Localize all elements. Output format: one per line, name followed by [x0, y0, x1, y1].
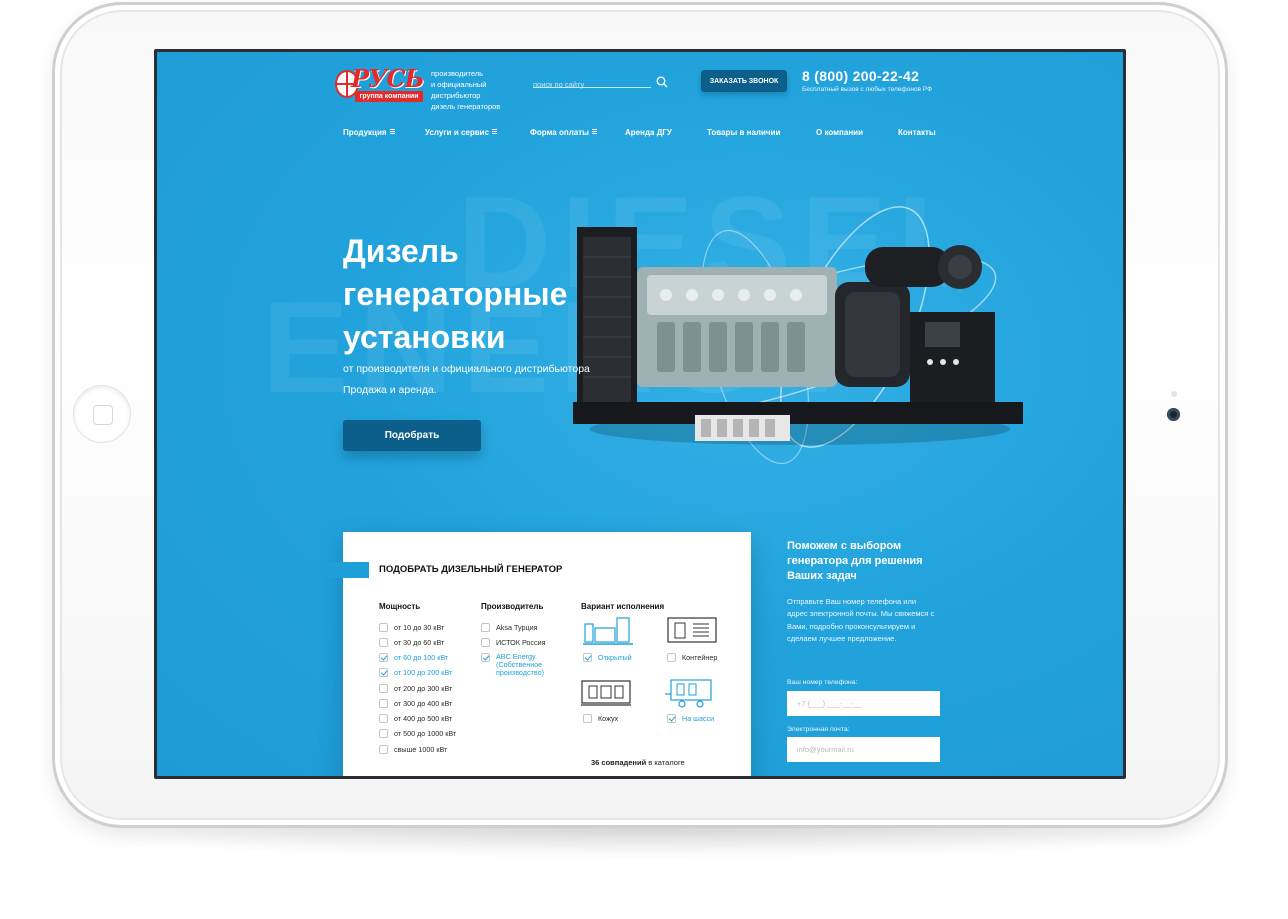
nav-label: Продукция [343, 128, 387, 137]
matches-suffix: в каталоге [648, 758, 685, 767]
casing-icon[interactable] [581, 678, 631, 708]
option-label: Aksa Турция [496, 623, 538, 632]
menu-icon [389, 129, 395, 134]
checkbox[interactable] [379, 714, 388, 723]
menu-icon [492, 129, 498, 134]
phone-number[interactable]: 8 (800) 200-22-42 [802, 68, 919, 84]
tagline-line: дизель генераторов [431, 102, 501, 111]
hero-title-line: установки [343, 319, 506, 355]
nav-item-services[interactable]: Услуги и сервис [425, 128, 498, 137]
nav-label: Контакты [898, 128, 936, 137]
hero-title: Дизель генераторные установки [343, 230, 633, 359]
checkbox[interactable] [379, 745, 388, 754]
website: РУСЬ группа компании производитель и офи… [157, 52, 1123, 776]
checkbox[interactable] [481, 623, 490, 632]
option-label: Контейнер [682, 653, 718, 662]
nav-item-products[interactable]: Продукция [343, 128, 395, 137]
phone-field-label: Ваш номер телефона: [787, 679, 858, 686]
checkbox[interactable] [379, 684, 388, 693]
hero-subtitle: от производителя и официального дистрибь… [343, 363, 590, 375]
trailer-icon[interactable] [665, 678, 715, 708]
front-camera [1167, 408, 1180, 421]
option-label: ИСТОК Россия [496, 638, 546, 647]
option-label: от 10 до 30 кВт [394, 623, 445, 632]
front-sensor [1171, 391, 1177, 397]
company-tagline: производитель и официальный дистрибьютор… [431, 68, 531, 112]
option-label: от 500 до 1000 кВт [394, 729, 457, 738]
checkbox[interactable] [667, 653, 676, 662]
option-label: свыше 1000 кВт [394, 745, 448, 754]
order-callback-button[interactable]: ЗАКАЗАТЬ ЗВОНОК [701, 70, 787, 92]
option-label: от 30 до 60 кВт [394, 638, 445, 647]
find-generator-button[interactable]: Подобрать [343, 420, 481, 451]
checkbox[interactable] [379, 623, 388, 632]
option-label: от 100 до 200 кВт [394, 668, 453, 677]
nav-label: Товары в наличии [707, 128, 781, 137]
nav-label: О компании [816, 128, 863, 137]
nav-item-in-stock[interactable]: Товары в наличии [707, 128, 780, 137]
tablet-screen: РУСЬ группа компании производитель и офи… [154, 49, 1126, 779]
hero-title-line: генераторные [343, 276, 568, 312]
card-accent [323, 562, 369, 578]
tagline-line: производитель [431, 69, 484, 78]
menu-icon [591, 129, 597, 134]
nav-item-payment[interactable]: Форма оплаты [530, 128, 597, 137]
help-title: Поможем с выбором генератора для решения… [787, 540, 923, 582]
checkbox[interactable] [481, 638, 490, 647]
checkbox[interactable] [583, 714, 592, 723]
variant-heading: Вариант исполнения [581, 602, 665, 611]
option-label: от 60 до 100 кВт [394, 653, 449, 662]
option-label: Кожух [598, 714, 619, 723]
tagline-line: дистрибьютор [431, 91, 481, 100]
search-bar [533, 74, 651, 89]
checkbox-checked[interactable] [583, 653, 592, 662]
option-label: ABC Energy (Собственное производство) [496, 652, 544, 677]
checkbox-checked[interactable] [379, 653, 388, 662]
checkbox[interactable] [379, 729, 388, 738]
tagline-line: и официальный [431, 80, 487, 89]
matches-count: 36 совпадений в каталоге [591, 758, 685, 767]
matches-number: 36 совпадений [591, 758, 647, 767]
checkbox[interactable] [379, 699, 388, 708]
nav-item-about[interactable]: О компании [816, 128, 863, 137]
option-label: от 200 до 300 кВт [394, 684, 453, 693]
checkbox-checked[interactable] [667, 714, 676, 723]
hero-subtitle-secondary: Продажа и аренда. [343, 384, 437, 396]
filter-title: ПОДОБРАТЬ ДИЗЕЛЬНЫЙ ГЕНЕРАТОР [379, 564, 563, 575]
checkbox-checked[interactable] [481, 653, 490, 662]
company-logo[interactable]: РУСЬ группа компании [335, 64, 425, 104]
container-icon[interactable] [667, 616, 717, 646]
email-field-label: Электронная почта: [787, 726, 850, 733]
nav-label: Услуги и сервис [425, 128, 490, 137]
manufacturer-heading: Производитель [481, 602, 544, 611]
search-icon[interactable] [656, 76, 668, 88]
checkbox[interactable] [379, 638, 388, 647]
phone-field[interactable] [787, 691, 940, 716]
option-label: Открытый [598, 653, 632, 662]
help-text: Отправьте Ваш номер телефона или адрес э… [787, 597, 935, 643]
phone-note: Бесплатный вызов с любых телефонов РФ [802, 86, 933, 93]
open-generator-icon[interactable] [583, 616, 633, 646]
hero-title-line: Дизель [343, 233, 459, 269]
nav-label: Аренда ДГУ [625, 128, 672, 137]
option-label: от 300 до 400 кВт [394, 699, 453, 708]
checkbox-checked[interactable] [379, 668, 388, 677]
logo-wordmark: РУСЬ [351, 64, 424, 93]
home-button[interactable] [73, 385, 131, 443]
diesel-generator-image [573, 206, 1023, 465]
generator-filter-card: ПОДОБРАТЬ ДИЗЕЛЬНЫЙ ГЕНЕРАТОР Мощность о… [323, 532, 751, 776]
nav-item-contacts[interactable]: Контакты [898, 128, 936, 137]
power-heading: Мощность [379, 602, 421, 611]
search-input[interactable] [533, 80, 651, 89]
nav-item-rental[interactable]: Аренда ДГУ [625, 128, 672, 137]
email-field[interactable] [787, 737, 940, 762]
option-label: На шасси [682, 714, 715, 723]
nav-label: Форма оплаты [530, 128, 589, 137]
option-label: от 400 до 500 кВт [394, 714, 453, 723]
logo-subtitle: группа компании [355, 91, 423, 102]
